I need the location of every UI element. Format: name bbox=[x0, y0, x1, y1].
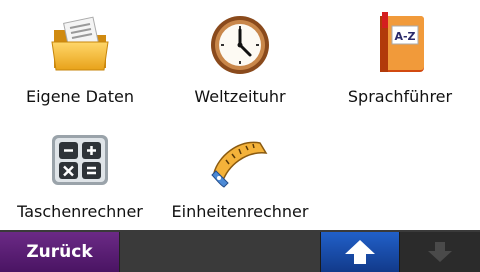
tile-label: Sprachführer bbox=[347, 87, 453, 106]
tile-sprachfuehrer[interactable]: A-Z Sprachführer bbox=[320, 0, 480, 115]
calculator-icon bbox=[52, 135, 108, 185]
arrow-up-icon bbox=[345, 240, 375, 264]
back-button[interactable]: Zurück bbox=[0, 232, 120, 272]
tile-taschenrechner[interactable]: Taschenrechner bbox=[0, 115, 160, 230]
phrasebook-icon: A-Z bbox=[380, 12, 424, 72]
tile-label: Einheitenrechner bbox=[171, 202, 309, 221]
tile-eigene-daten[interactable]: Eigene Daten bbox=[0, 0, 160, 115]
tile-weltzeituhr[interactable]: Weltzeituhr bbox=[160, 0, 320, 115]
scroll-down-button[interactable] bbox=[400, 232, 480, 272]
clock-icon bbox=[211, 16, 269, 74]
tile-label: Weltzeituhr bbox=[194, 87, 286, 106]
measuring-tape-icon bbox=[211, 141, 268, 188]
tile-label: Eigene Daten bbox=[25, 87, 134, 106]
svg-text:A-Z: A-Z bbox=[394, 30, 415, 43]
tile-einheitenrechner[interactable]: Einheitenrechner bbox=[160, 115, 320, 230]
scroll-up-button[interactable] bbox=[320, 232, 400, 272]
arrow-down-icon bbox=[428, 242, 452, 262]
tile-label: Taschenrechner bbox=[17, 202, 143, 221]
folder-icon bbox=[51, 16, 109, 71]
app-menu-grid: Eigene Daten Weltzeituhr A-Z Sprachführe… bbox=[0, 0, 480, 230]
